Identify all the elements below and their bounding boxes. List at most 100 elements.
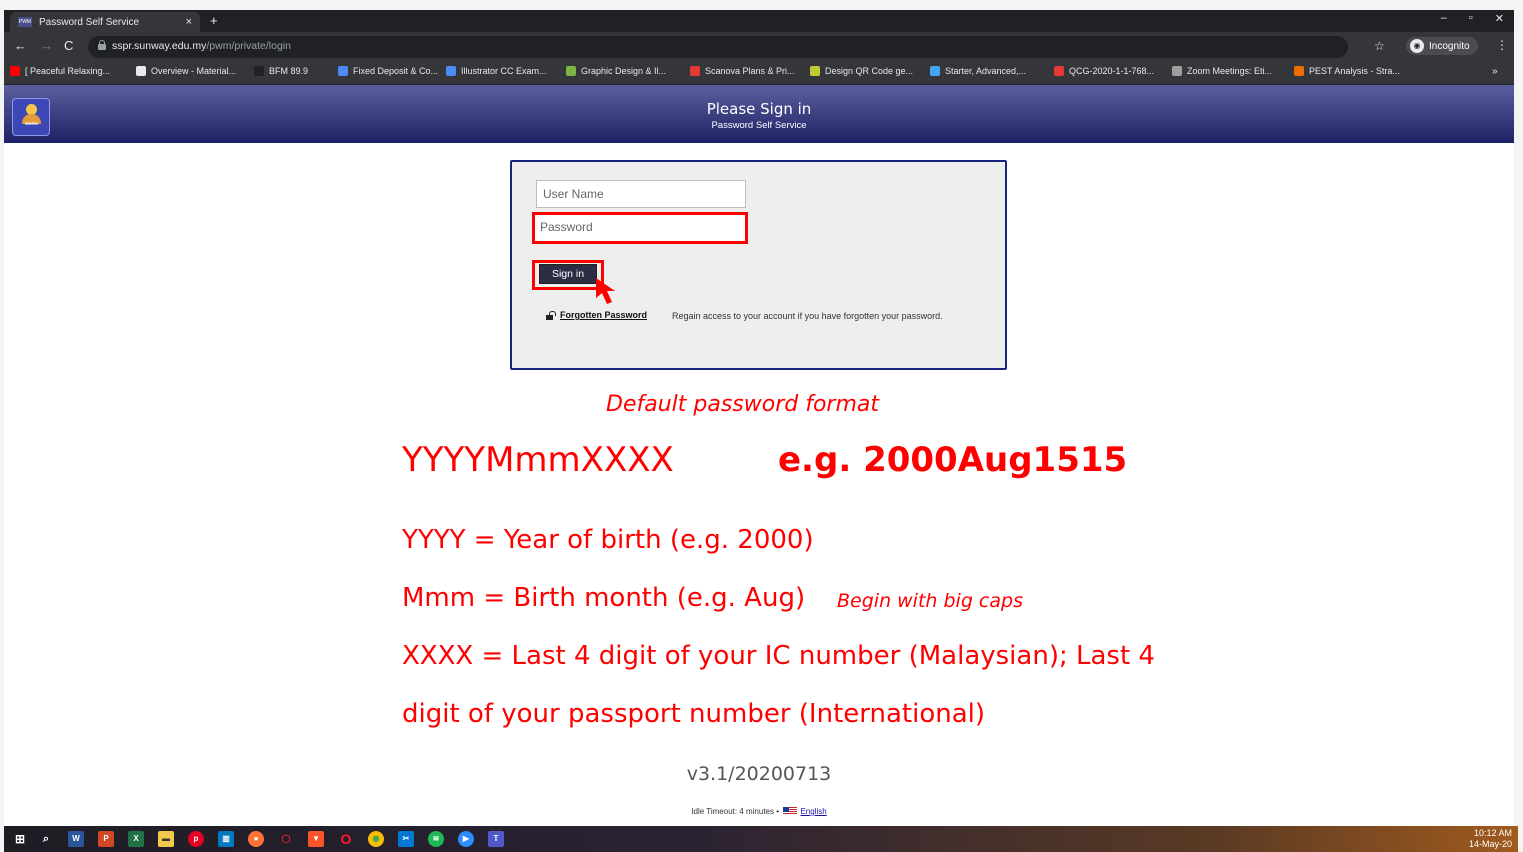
teams-icon[interactable]: T bbox=[488, 831, 504, 847]
forgotten-password-description: Regain access to your account if you hav… bbox=[672, 311, 943, 321]
address-toolbar: ← → C sspr.sunway.edu.my/pwm/private/log… bbox=[4, 32, 1514, 62]
incognito-icon: ◉ bbox=[1410, 39, 1424, 53]
bookmark-label: Overview - Material... bbox=[151, 66, 237, 76]
spotify-icon[interactable]: ≋ bbox=[428, 831, 444, 847]
unlock-icon bbox=[546, 310, 556, 320]
bookmark-label: BFM 89.9 bbox=[269, 66, 309, 76]
annotation-digits-line-1: XXXX = Last 4 digit of your IC number (M… bbox=[402, 641, 1155, 671]
bookmark-favicon-icon bbox=[810, 66, 820, 76]
windows-taskbar: ⊞ ⌕ W P X ▬ p ▥ ● ◯ ▼ O ◉ ✂ ≋ ▶ T 10:12 … bbox=[4, 826, 1518, 852]
opera-icon[interactable]: O bbox=[338, 831, 354, 847]
bookmark-label: Design QR Code ge... bbox=[825, 66, 914, 76]
menu-kebab-icon[interactable]: ⋮ bbox=[1496, 38, 1508, 52]
system-clock: 10:12 AM 14-May-20 bbox=[1469, 828, 1512, 850]
chrome-icon[interactable]: ◉ bbox=[368, 831, 384, 847]
bookmark-label: Illustrator CC Exam... bbox=[461, 66, 547, 76]
close-tab-icon[interactable]: × bbox=[186, 16, 192, 28]
word-icon[interactable]: W bbox=[68, 831, 84, 847]
pwm-favicon-icon: PWM bbox=[18, 17, 32, 27]
bookmark-label: Graphic Design & Il... bbox=[581, 66, 667, 76]
incognito-label: Incognito bbox=[1429, 40, 1470, 52]
bookmark-label: Scanova Plans & Pri... bbox=[705, 66, 795, 76]
bookmarks-bar: » [ Peaceful Relaxing... Overview - Mater… bbox=[4, 62, 1514, 85]
incognito-badge[interactable]: ◉ Incognito bbox=[1406, 37, 1478, 55]
bookmark-label: PEST Analysis - Stra... bbox=[1309, 66, 1400, 76]
browser-window: PWM Password Self Service × + – ▫ ✕ ← → … bbox=[4, 10, 1514, 852]
bookmark-favicon-icon bbox=[566, 66, 576, 76]
annotation-month-line: Mmm = Birth month (e.g. Aug) bbox=[402, 583, 806, 613]
forward-arrow-icon[interactable]: → bbox=[40, 38, 53, 53]
annotation-example: e.g. 2000Aug1515 bbox=[778, 440, 1128, 480]
idle-timeout-label: Idle Timeout: 4 minutes • bbox=[691, 807, 780, 816]
bookmark-favicon-icon bbox=[446, 66, 456, 76]
opera-gx-icon[interactable]: ◯ bbox=[278, 831, 294, 847]
version-label: v3.1/20200713 bbox=[686, 763, 832, 785]
bookmark-item[interactable]: Fixed Deposit & Co... bbox=[338, 66, 438, 76]
bookmark-item[interactable]: Starter, Advanced,... bbox=[930, 66, 1026, 76]
minimize-button[interactable]: – bbox=[1441, 12, 1447, 25]
windows-start-icon[interactable]: ⊞ bbox=[12, 831, 28, 847]
bookmark-item[interactable]: Overview - Material... bbox=[136, 66, 236, 76]
browser-tab[interactable]: PWM Password Self Service × bbox=[10, 12, 200, 32]
bookmark-favicon-icon bbox=[338, 66, 348, 76]
bookmark-label: [ Peaceful Relaxing... bbox=[25, 66, 111, 76]
bookmark-favicon-icon bbox=[254, 66, 264, 76]
bookmark-item[interactable]: Illustrator CC Exam... bbox=[446, 66, 547, 76]
tab-title: Password Self Service bbox=[39, 16, 140, 28]
page-subtitle: Password Self Service bbox=[711, 120, 807, 131]
page-footer: Idle Timeout: 4 minutes • English bbox=[4, 807, 1514, 816]
reload-icon[interactable]: C bbox=[64, 38, 73, 53]
page-header: ****** Please Sign in Password Self Serv… bbox=[4, 85, 1514, 143]
snip-icon[interactable]: ✂ bbox=[398, 831, 414, 847]
tab-bar: PWM Password Self Service × + – ▫ ✕ bbox=[4, 10, 1514, 32]
brave-icon[interactable]: ▼ bbox=[308, 831, 324, 847]
bookmark-item[interactable]: QCG-2020-1-1-768... bbox=[1054, 66, 1154, 76]
excel-icon[interactable]: X bbox=[128, 831, 144, 847]
new-tab-button[interactable]: + bbox=[210, 13, 218, 28]
firefox-icon[interactable]: ● bbox=[248, 831, 264, 847]
login-panel: User Name Password Sign in Forgotten Pas… bbox=[510, 160, 1007, 370]
restore-button[interactable]: ▫ bbox=[1469, 12, 1473, 25]
powerpoint-icon[interactable]: P bbox=[98, 831, 114, 847]
page-title: Please Sign in bbox=[706, 100, 812, 118]
bookmark-favicon-icon bbox=[1294, 66, 1304, 76]
trello-icon[interactable]: ▥ bbox=[218, 831, 234, 847]
bookmark-item[interactable]: BFM 89.9 bbox=[254, 66, 308, 76]
address-bar[interactable]: sspr.sunway.edu.my/pwm/private/login bbox=[88, 36, 1348, 58]
forgotten-password-label[interactable]: Forgotten Password bbox=[560, 310, 647, 320]
bookmark-label: Starter, Advanced,... bbox=[945, 66, 1027, 76]
clock-date: 14-May-20 bbox=[1468, 839, 1512, 849]
close-window-button[interactable]: ✕ bbox=[1495, 12, 1504, 25]
search-icon[interactable]: ⌕ bbox=[38, 831, 54, 847]
bookmark-favicon-icon bbox=[690, 66, 700, 76]
annotation-heading: Default password format bbox=[606, 392, 879, 417]
more-bookmarks-icon[interactable]: » bbox=[1492, 66, 1498, 77]
sign-in-button[interactable]: Sign in bbox=[539, 264, 597, 284]
back-arrow-icon[interactable]: ← bbox=[14, 38, 27, 53]
password-input[interactable]: Password bbox=[536, 217, 740, 241]
file-explorer-icon[interactable]: ▬ bbox=[158, 831, 174, 847]
bookmark-item[interactable]: [ Peaceful Relaxing... bbox=[10, 66, 110, 76]
bookmark-item[interactable]: Design QR Code ge... bbox=[810, 66, 913, 76]
lock-icon bbox=[98, 40, 106, 50]
red-pointer-arrow-icon bbox=[596, 278, 615, 304]
bookmark-favicon-icon bbox=[1054, 66, 1064, 76]
bookmark-label: Fixed Deposit & Co... bbox=[353, 66, 439, 76]
pinterest-icon[interactable]: p bbox=[188, 831, 204, 847]
language-link[interactable]: English bbox=[800, 807, 826, 816]
bookmark-item[interactable]: Zoom Meetings: Eti... bbox=[1172, 66, 1272, 76]
bookmark-item[interactable]: PEST Analysis - Stra... bbox=[1294, 66, 1400, 76]
bookmark-item[interactable]: Scanova Plans & Pri... bbox=[690, 66, 795, 76]
bookmark-star-icon[interactable]: ☆ bbox=[1374, 39, 1385, 53]
us-flag-icon bbox=[783, 807, 798, 815]
bookmark-favicon-icon bbox=[930, 66, 940, 76]
zoom-icon[interactable]: ▶ bbox=[458, 831, 474, 847]
window-controls: – ▫ ✕ bbox=[1441, 12, 1504, 25]
annotation-digits-line-2: digit of your passport number (Internati… bbox=[402, 699, 986, 729]
bookmark-item[interactable]: Graphic Design & Il... bbox=[566, 66, 666, 76]
username-input[interactable]: User Name bbox=[536, 180, 746, 208]
annotation-format: YYYYMmmXXXX bbox=[402, 440, 674, 480]
bookmark-favicon-icon bbox=[136, 66, 146, 76]
clock-time: 10:12 AM bbox=[1473, 828, 1512, 838]
forgotten-password-link[interactable]: Forgotten Password bbox=[546, 310, 647, 320]
